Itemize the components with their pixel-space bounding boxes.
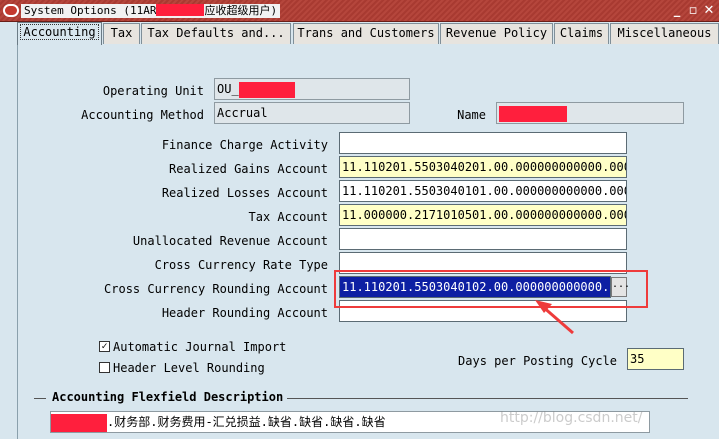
title-bar: System Options (11AR 应收超级用户) _ ▫ ✕ xyxy=(0,0,719,22)
divider xyxy=(34,398,46,399)
realized-gains-label: Realized Gains Account xyxy=(169,162,328,176)
accounting-method-field[interactable]: Accrual xyxy=(214,102,410,124)
flexfield-title: Accounting Flexfield Description xyxy=(48,390,288,404)
finance-charge-label: Finance Charge Activity xyxy=(161,138,328,152)
oracle-logo-icon xyxy=(3,4,19,17)
accounting-method-label: Accounting Method xyxy=(81,108,204,122)
header-level-checkbox[interactable] xyxy=(99,362,110,373)
name-label: Name xyxy=(457,108,486,122)
cross-currency-rounding-label: Cross Currency Rounding Account xyxy=(104,282,328,296)
cross-currency-rate-type-label: Cross Currency Rate Type xyxy=(154,258,328,272)
tab-tax-defaults[interactable]: Tax Defaults and... xyxy=(141,23,291,44)
tab-tax[interactable]: Tax xyxy=(103,23,140,44)
close-icon[interactable]: ✕ xyxy=(702,4,716,18)
window-title: System Options (11AR 应收超级用户) xyxy=(21,4,281,18)
operating-unit-field[interactable]: OU_ xyxy=(214,78,410,100)
tab-strip: Accounting Tax Tax Defaults and... Trans… xyxy=(0,22,719,45)
tab-claims[interactable]: Claims xyxy=(554,23,609,44)
tab-miscellaneous[interactable]: Miscellaneous xyxy=(610,23,719,44)
highlight-box xyxy=(334,270,648,308)
redacted-block xyxy=(499,105,567,122)
posting-cycle-label: Days per Posting Cycle xyxy=(458,354,617,368)
unallocated-revenue-label: Unallocated Revenue Account xyxy=(132,234,328,248)
realized-losses-field[interactable]: 11.110201.5503040101.00.000000000000.000… xyxy=(339,180,627,202)
minimize-icon[interactable]: _ xyxy=(670,4,684,18)
posting-cycle-field[interactable]: 35 xyxy=(627,348,684,370)
auto-journal-label: Automatic Journal Import xyxy=(113,340,287,354)
unallocated-revenue-field[interactable] xyxy=(339,228,627,250)
realized-losses-label: Realized Losses Account xyxy=(161,186,328,200)
header-level-label: Header Level Rounding xyxy=(113,361,265,375)
tax-account-label: Tax Account xyxy=(248,210,328,224)
header-rounding-label: Header Rounding Account xyxy=(161,306,328,320)
divider xyxy=(274,398,688,399)
name-field[interactable] xyxy=(496,102,684,124)
tab-trans-customers[interactable]: Trans and Customers xyxy=(293,23,439,44)
watermark: http://blog.csdn.net/ xyxy=(500,410,643,426)
tax-account-field[interactable]: 11.000000.2171010501.00.000000000000.000… xyxy=(339,204,627,226)
auto-journal-checkbox[interactable]: ✓ xyxy=(99,341,110,352)
maximize-icon[interactable]: ▫ xyxy=(686,4,700,18)
redacted-block xyxy=(238,81,295,98)
tab-revenue-policy[interactable]: Revenue Policy xyxy=(440,23,553,44)
tab-accounting[interactable]: Accounting xyxy=(17,22,102,45)
operating-unit-label: Operating Unit xyxy=(102,84,204,98)
redacted-block xyxy=(51,413,107,432)
redacted-block xyxy=(156,4,205,16)
realized-gains-field[interactable]: 11.110201.5503040201.00.000000000000.000… xyxy=(339,156,627,178)
finance-charge-field[interactable] xyxy=(339,132,627,154)
